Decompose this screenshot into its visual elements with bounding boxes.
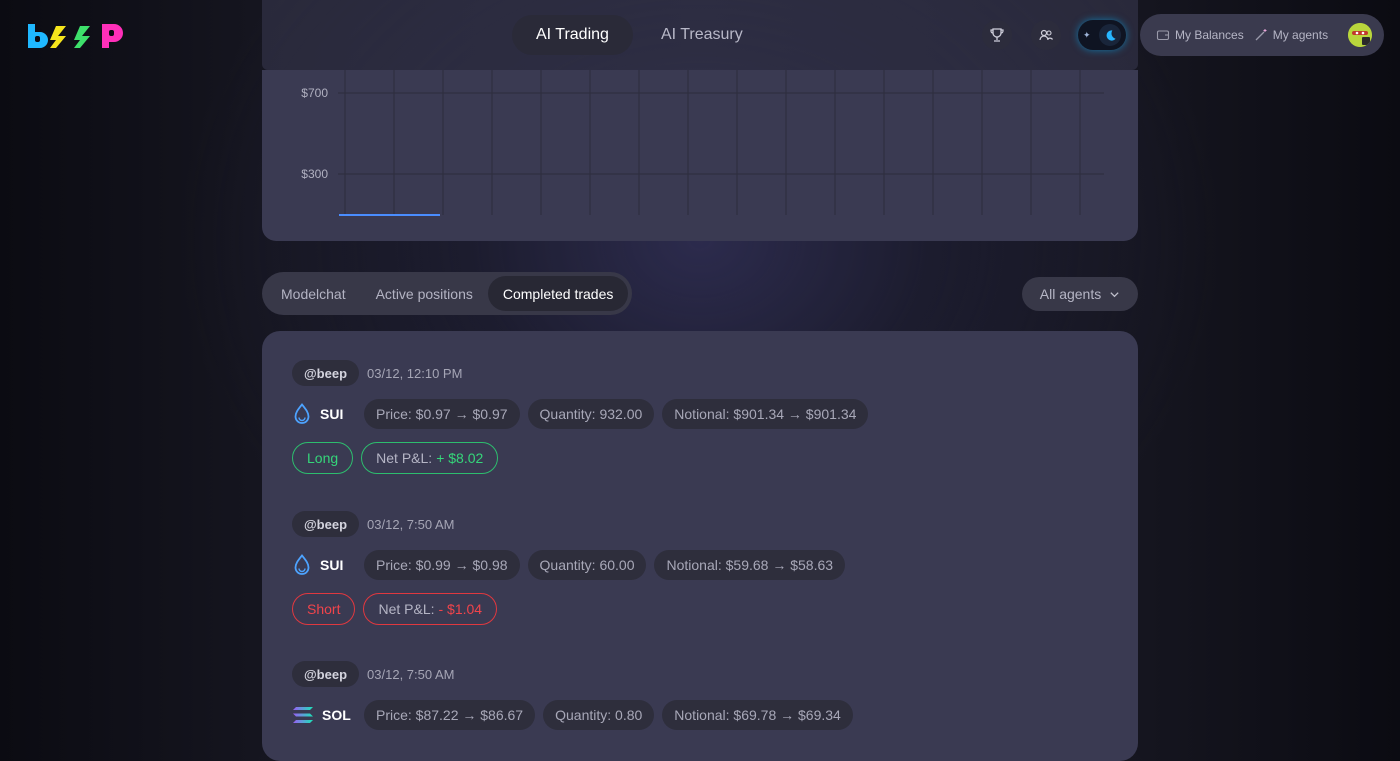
community-button[interactable] <box>1031 20 1061 50</box>
trophy-icon <box>990 28 1004 42</box>
trade-timestamp: 03/12, 12:10 PM <box>367 365 463 381</box>
asset-symbol: SOL <box>322 707 351 723</box>
view-tabs: Modelchat Active positions Completed tra… <box>262 272 633 315</box>
asset-symbol: SUI <box>320 557 344 573</box>
sui-icon <box>294 554 310 575</box>
users-icon <box>1039 29 1053 41</box>
quantity-chip: Quantity: 932.00 <box>527 399 655 429</box>
asset-symbol: SUI <box>320 406 344 422</box>
net-pnl-value: - $1.04 <box>438 601 483 617</box>
trade-timestamp: 03/12, 7:50 AM <box>367 666 455 682</box>
agent-filter-label: All agents <box>1039 286 1102 302</box>
notional-chip: Notional: $59.68 → $58.63 <box>654 550 846 580</box>
agent-handle[interactable]: @beep <box>292 661 360 687</box>
y-tick-label: $300 <box>301 167 328 181</box>
my-agents-label: My agents <box>1272 28 1329 42</box>
tab-active-positions[interactable]: Active positions <box>361 276 488 311</box>
toggle-knob <box>1099 24 1121 46</box>
trade-timestamp: 03/12, 7:50 AM <box>367 516 455 532</box>
avatar[interactable] <box>1348 23 1372 47</box>
beep-logo[interactable] <box>26 22 130 50</box>
side-badge-short: Short <box>292 593 356 625</box>
asset: SOL <box>292 706 356 724</box>
agent-handle[interactable]: @beep <box>292 511 360 537</box>
quantity-chip: Quantity: 0.80 <box>543 700 655 730</box>
quantity-chip: Quantity: 60.00 <box>527 550 647 580</box>
net-pnl-badge: Net P&L: - $1.04 <box>363 593 498 625</box>
side-badge-long: Long <box>292 442 354 474</box>
tab-completed-trades[interactable]: Completed trades <box>487 276 629 311</box>
nav-tab-ai-treasury[interactable]: AI Treasury <box>637 15 767 55</box>
sol-icon <box>293 707 313 723</box>
net-pnl-label: Net P&L: <box>378 601 435 617</box>
my-balances-label: My Balances <box>1175 28 1244 42</box>
nav-tab-ai-trading[interactable]: AI Trading <box>512 15 633 55</box>
trade-card: @beep 03/12, 12:10 PM SUI Price: $0.97 →… <box>292 360 869 474</box>
magic-wand-icon <box>1255 29 1267 41</box>
net-pnl-value: + $8.02 <box>436 450 484 466</box>
trade-card: @beep 03/12, 7:50 AM SOL Price: $87.22 →… <box>292 661 853 730</box>
asset: SUI <box>292 403 356 425</box>
theme-toggle[interactable]: ✦ <box>1078 20 1126 50</box>
account-menu: My Balances My agents <box>1140 14 1384 56</box>
sui-icon <box>294 403 310 424</box>
notional-chip: Notional: $901.34 → $901.34 <box>662 399 869 429</box>
avatar-image <box>1348 23 1372 47</box>
chevron-down-icon <box>1110 291 1119 297</box>
net-pnl-badge: Net P&L: + $8.02 <box>361 442 499 474</box>
net-pnl-label: Net P&L: <box>376 450 433 466</box>
price-chip: Price: $87.22 → $86.67 <box>364 700 536 730</box>
y-tick-label: $700 <box>301 86 328 100</box>
pnl-chart: $700 $300 <box>301 70 1104 216</box>
agent-handle[interactable]: @beep <box>292 360 360 386</box>
moon-icon <box>1106 29 1116 41</box>
top-header: AI Trading AI Treasury ✦ My Balances My … <box>0 0 1400 70</box>
sparkle-icon: ✦ <box>1083 29 1091 40</box>
main-nav: AI Trading AI Treasury <box>512 15 767 55</box>
price-chip: Price: $0.97 → $0.97 <box>364 399 520 429</box>
my-balances-link[interactable]: My Balances <box>1156 28 1244 42</box>
trade-card: @beep 03/12, 7:50 AM SUI Price: $0.99 → … <box>292 511 846 625</box>
agent-filter-dropdown[interactable]: All agents <box>1022 277 1138 311</box>
asset: SUI <box>292 554 356 576</box>
price-chip: Price: $0.99 → $0.98 <box>364 550 520 580</box>
pnl-chart-card: $700 $300 <box>262 70 1138 241</box>
notional-chip: Notional: $69.78 → $69.34 <box>662 700 853 730</box>
my-agents-link[interactable]: My agents <box>1254 28 1328 42</box>
wallet-icon <box>1156 30 1170 41</box>
leaderboard-button[interactable] <box>982 20 1012 50</box>
tab-modelchat[interactable]: Modelchat <box>266 276 361 311</box>
completed-trades-list: @beep 03/12, 12:10 PM SUI Price: $0.97 →… <box>262 331 1138 761</box>
